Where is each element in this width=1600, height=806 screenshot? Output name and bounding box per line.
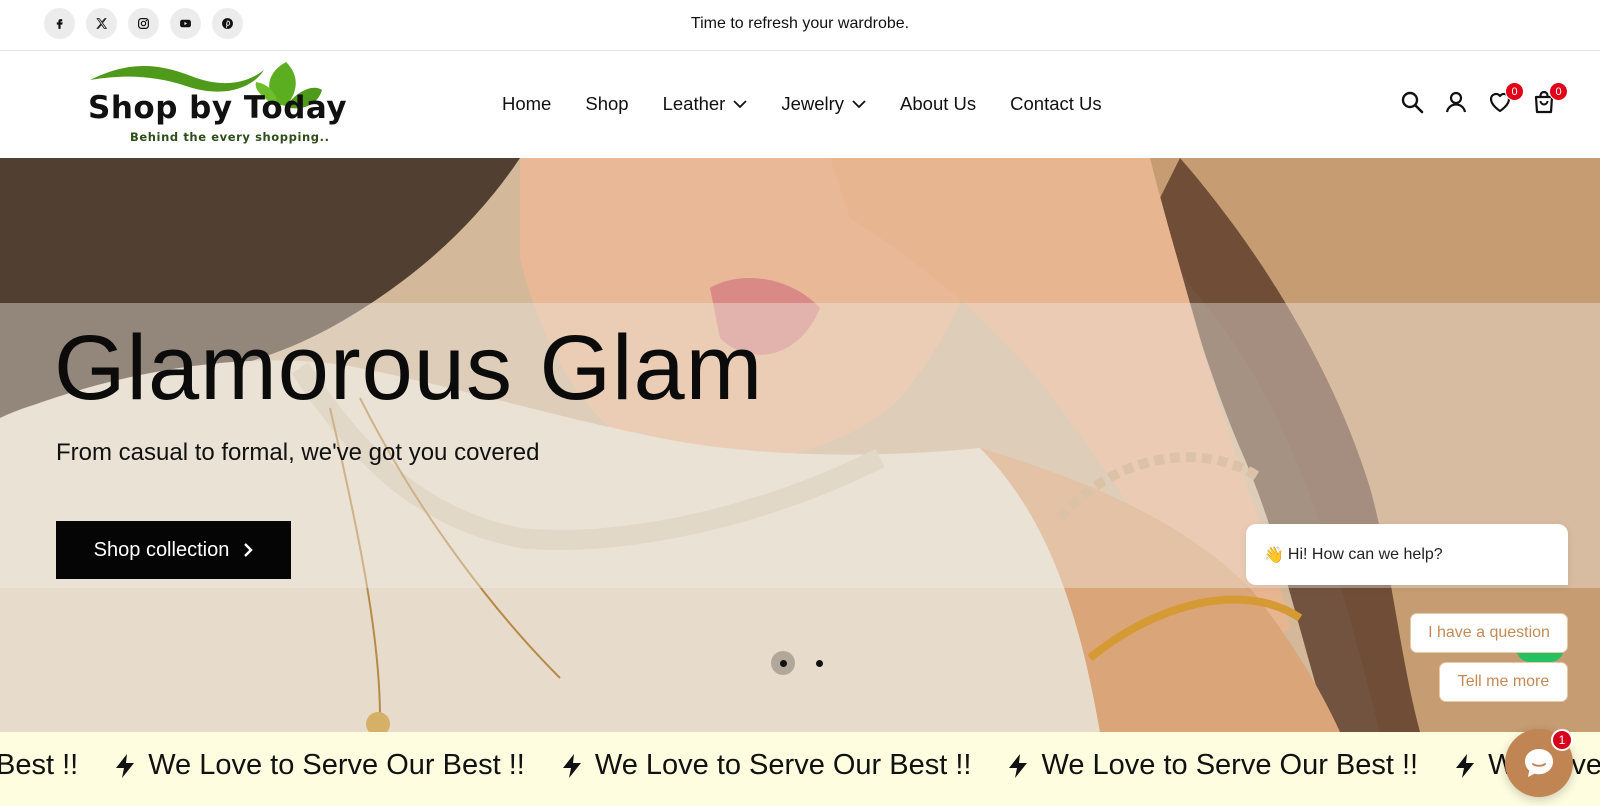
marquee-item: We Love to Serve Our Best !! [78,749,525,782]
nav-leather-label: Leather [662,93,726,114]
slide-dot-1[interactable] [771,651,795,675]
site-logo[interactable]: Shop by Today Behind the every shopping.… [86,60,347,152]
nav-contact-label: Contact Us [1010,93,1102,114]
hero-slideshow: Glamorous Glam From casual to formal, we… [0,158,1600,732]
site-header: Shop by Today Behind the every shopping.… [0,52,1600,158]
nav-shop-label: Shop [585,93,629,114]
cart-count-badge: 0 [1549,82,1568,101]
shop-collection-button[interactable]: Shop collection [56,521,291,579]
lightning-icon [1009,753,1028,778]
chat-icon [1525,749,1553,777]
lightning-icon [116,753,135,778]
wishlist-icon[interactable]: 0 [1488,82,1524,114]
nav-home-label: Home [502,93,552,114]
nav-jewelry[interactable]: Jewelry [781,93,866,115]
shop-collection-label: Shop collection [93,538,230,561]
main-nav: Home Shop Leather Jewelry About Us Conta… [502,93,1102,115]
nav-jewelry-label: Jewelry [781,93,845,114]
chat-greeting: 👋 Hi! How can we help? [1246,524,1568,585]
cart-icon[interactable]: 0 [1532,82,1568,114]
hero-title: Glamorous Glam [54,317,764,419]
marquee-text: Best !! [0,749,79,781]
wishlist-count-badge: 0 [1505,82,1524,101]
nav-home[interactable]: Home [502,93,551,115]
marquee-banner: Best !! We Love to Serve Our Best !! We … [0,732,1600,806]
chevron-down-icon [852,99,866,108]
chevron-right-icon [244,543,254,557]
announcement-bar: Time to refresh your wardrobe. [0,0,1600,51]
chat-option-question[interactable]: I have a question [1410,613,1568,653]
marquee-item: We Love to Serve Our Best !! [971,749,1418,782]
slide-dot-2[interactable] [807,651,831,675]
account-icon[interactable] [1444,90,1468,114]
logo-name: Shop by Today [88,90,348,126]
marquee-text: We Love to Serve Our Best !! [594,749,972,781]
chevron-down-icon [733,99,747,108]
nav-about[interactable]: About Us [900,93,976,115]
lightning-icon [562,753,581,778]
chat-greeting-text: Hi! How can we help? [1287,545,1443,563]
search-icon[interactable] [1400,90,1424,114]
slide-dots [771,651,831,675]
logo-tagline: Behind the every shopping.. [130,130,330,144]
marquee-text: We Love to Serve Our Best !! [148,749,525,781]
nav-about-label: About Us [900,93,977,114]
nav-shop[interactable]: Shop [585,93,628,115]
announcement-text: Time to refresh your wardrobe. [690,15,910,32]
marquee-track: Best !! We Love to Serve Our Best !! We … [0,749,1600,782]
chat-unread-badge: 1 [1551,729,1573,751]
marquee-item: We Love to Serve Our Best !! [525,749,972,782]
lightning-icon [1456,753,1475,778]
chat-option-tell-more[interactable]: Tell me more [1439,662,1568,702]
hero-subtitle: From casual to formal, we've got you cov… [56,439,540,466]
wave-icon: 👋 [1264,546,1284,564]
nav-contact[interactable]: Contact Us [1010,93,1102,115]
marquee-text: We Love to Serve Our Best !! [1041,749,1419,781]
nav-leather[interactable]: Leather [663,93,748,115]
header-actions: 0 0 [1400,82,1568,114]
